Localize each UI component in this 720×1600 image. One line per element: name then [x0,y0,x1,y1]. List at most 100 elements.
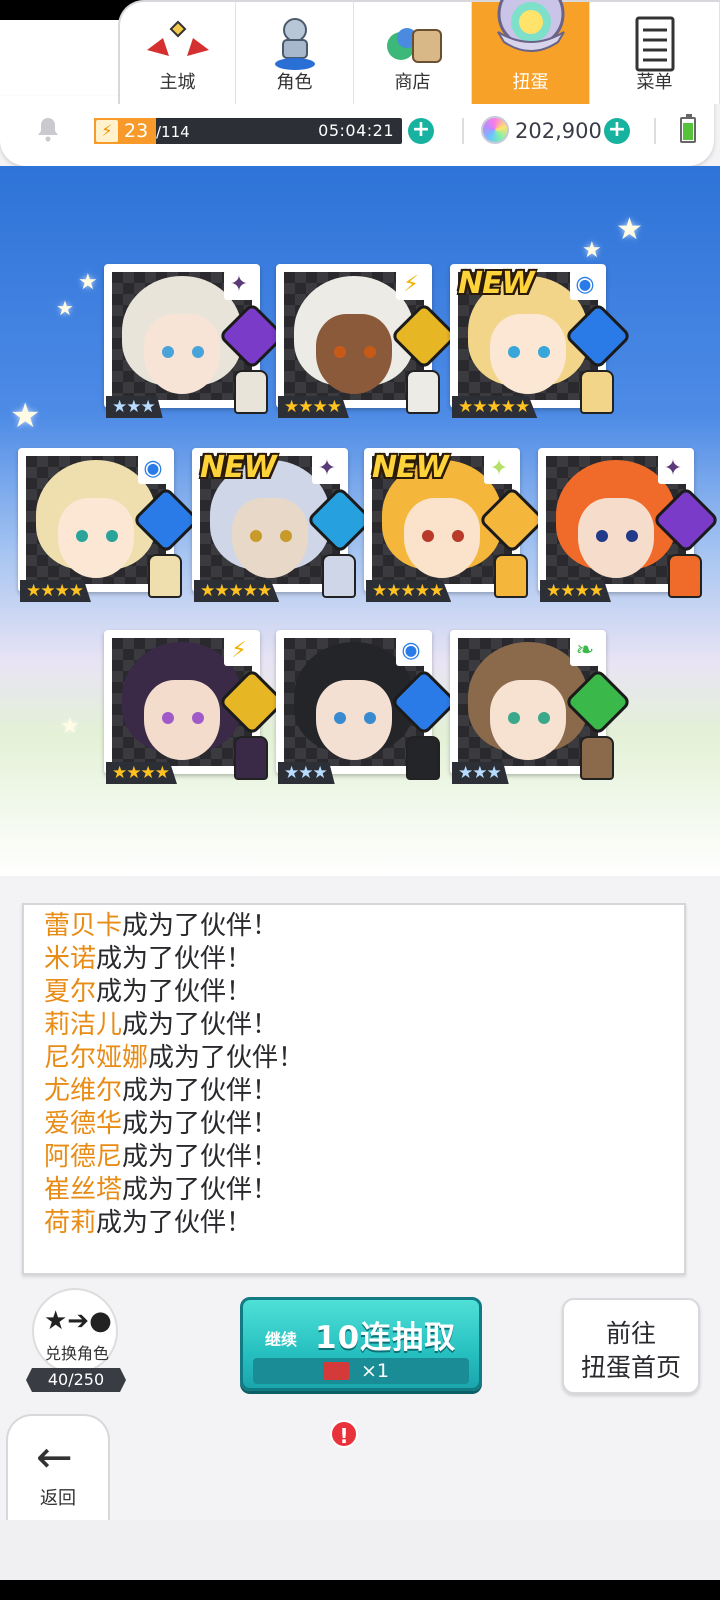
resource-hud: ⚡ 23 /114 05:04:21 + 202,900 + [0,96,714,166]
log-line: 夏尔成为了伙伴！ [44,975,252,1009]
sparkle-star-icon: ★ [10,396,41,436]
character-card[interactable]: ✦ NEW ★★★★★ [364,448,546,606]
rarity-stars: ★★★★ [106,762,177,784]
sparkle-star-icon: ★ [78,270,98,295]
gacha-orb-icon [486,0,576,66]
rarity-stars: ★★★★ [278,396,349,418]
swap-count: 40/250 [26,1368,126,1392]
pixel-sprite-icon [322,554,356,598]
nav-menu[interactable]: 菜单 [590,0,720,104]
divider [654,118,656,144]
character-card[interactable]: ✦ ★★★★ [538,448,720,606]
pull-cost: ×1 [253,1358,469,1384]
log-line: 尼尔娅娜成为了伙伴！ [44,1041,304,1075]
element-water-icon: ◉ [396,636,426,666]
stamina-timer: 05:04:21 [318,121,394,140]
log-line: 崔丝塔成为了伙伴！ [44,1173,278,1207]
log-suffix: 成为了伙伴！ [122,1010,279,1040]
character-card[interactable]: ◉ ★★★ [276,630,458,788]
pixel-sprite-icon [234,370,268,414]
gacha-result-scene: ★ ★ ★ ★ ★ ★ ✦ ★★★ ⚡ ★★★★ ◉ NEW ★★★★★ ◉ ★★★★ ✦ NEW ★… [0,166,720,876]
log-line: 阿德尼成为了伙伴！ [44,1140,278,1174]
back-label: 返回 [40,1488,76,1509]
element-water-icon: ◉ [570,270,600,300]
log-suffix: 成为了伙伴！ [96,944,253,974]
continue-10-pull-button[interactable]: 继续 10连抽取 ×1 [240,1297,482,1391]
character-card[interactable]: ✦ NEW ★★★★★ [192,448,374,606]
element-light-icon: ⚡ [396,270,426,300]
bottom-strip [0,1520,720,1580]
recruit-log[interactable]: 蕾贝卡成为了伙伴！ 米诺成为了伙伴！ 夏尔成为了伙伴！ 莉洁儿成为了伙伴！ 尼尔娅娜成为… [22,903,686,1275]
swap-character-label: 兑换角色 [44,1344,109,1363]
pixel-sprite-icon [406,736,440,780]
log-line: 蕾贝卡成为了伙伴！ [44,909,278,943]
character-name: 崔丝塔 [44,1175,123,1205]
nav-town-label: 主城 [159,72,196,93]
pull-cost-amount: ×1 [361,1360,390,1382]
character-card[interactable]: ❧ ★★★ [450,630,632,788]
add-gems-button[interactable]: + [604,118,630,144]
log-suffix: 成为了伙伴！ [96,1208,253,1238]
nav-gacha-label: 扭蛋 [512,72,549,93]
add-stamina-button[interactable]: + [408,118,434,144]
pixel-sprite-icon [234,736,268,780]
log-suffix: 成为了伙伴！ [122,911,279,941]
back-button[interactable]: ← 返回 [6,1414,110,1520]
character-card[interactable]: ✦ ★★★ [104,264,286,422]
nav-characters[interactable]: 角色 [236,0,354,104]
nav-shop[interactable]: 商店 [354,0,472,104]
lightning-icon: ⚡ [96,120,118,142]
stamina-bar: ⚡ 23 /114 05:04:21 [94,118,402,144]
log-line: 尤维尔成为了伙伴！ [44,1074,278,1108]
nav-characters-label: 角色 [276,72,313,93]
new-label: NEW [372,450,449,485]
system-nav-bar [0,1580,720,1600]
nav-gacha[interactable]: 扭蛋 [472,0,590,104]
battery-icon [680,114,696,143]
sparkle-star-icon: ★ [616,212,643,247]
character-name: 尼尔娅娜 [44,1043,149,1073]
pull-label: 10连抽取 [315,1320,457,1356]
log-suffix: 成为了伙伴！ [122,1109,279,1139]
rarity-stars: ★★★ [106,396,163,418]
character-name: 夏尔 [44,977,97,1007]
pixel-sprite-icon [406,370,440,414]
character-card[interactable]: ◉ NEW ★★★★★ [450,264,632,422]
gem-count: 202,900 [515,119,602,143]
log-suffix: 成为了伙伴！ [122,1076,279,1106]
character-name: 米诺 [44,944,97,974]
log-suffix: 成为了伙伴！ [122,1142,279,1172]
goto-gacha-home-button[interactable]: 前往 扭蛋首页 [562,1298,700,1394]
rarity-stars: ★★★ [278,762,335,784]
character-card[interactable]: ⚡ ★★★★ [276,264,458,422]
character-name: 阿德尼 [44,1142,123,1172]
shop-bag-icon [381,16,445,70]
sparkle-star-icon: ★ [582,238,602,263]
element-dark-icon: ✦ [224,270,254,300]
pixel-sprite-icon [580,370,614,414]
log-line: 米诺成为了伙伴！ [44,942,252,976]
pixel-sprite-icon [668,554,702,598]
castle-icon [143,16,213,70]
continue-label: 继续 [265,1330,298,1349]
rarity-stars: ★★★★★ [194,580,280,602]
character-name: 蕾贝卡 [44,911,123,941]
character-card[interactable]: ◉ ★★★★ [18,448,200,606]
swap-character-button[interactable]: ★➔● 兑换角色 [32,1288,118,1374]
pixel-sprite-icon [148,554,182,598]
pixel-sprite-icon [494,554,528,598]
nav-shop-label: 商店 [394,72,431,93]
bell-icon[interactable] [36,116,60,142]
log-suffix: 成为了伙伴！ [122,1175,279,1205]
character-name: 尤维尔 [44,1076,123,1106]
gem-icon [481,116,509,144]
rarity-stars: ★★★★ [20,580,91,602]
character-card[interactable]: ⚡ ★★★★ [104,630,286,788]
nav-town[interactable]: 主城 [118,0,236,104]
element-wind-icon: ❧ [570,636,600,666]
rarity-stars: ★★★ [452,762,509,784]
goto-label-line2: 扭蛋首页 [580,1353,681,1382]
element-light-icon: ⚡ [224,636,254,666]
log-line: 荷莉成为了伙伴！ [44,1206,252,1240]
rarity-stars: ★★★★ [540,580,611,602]
